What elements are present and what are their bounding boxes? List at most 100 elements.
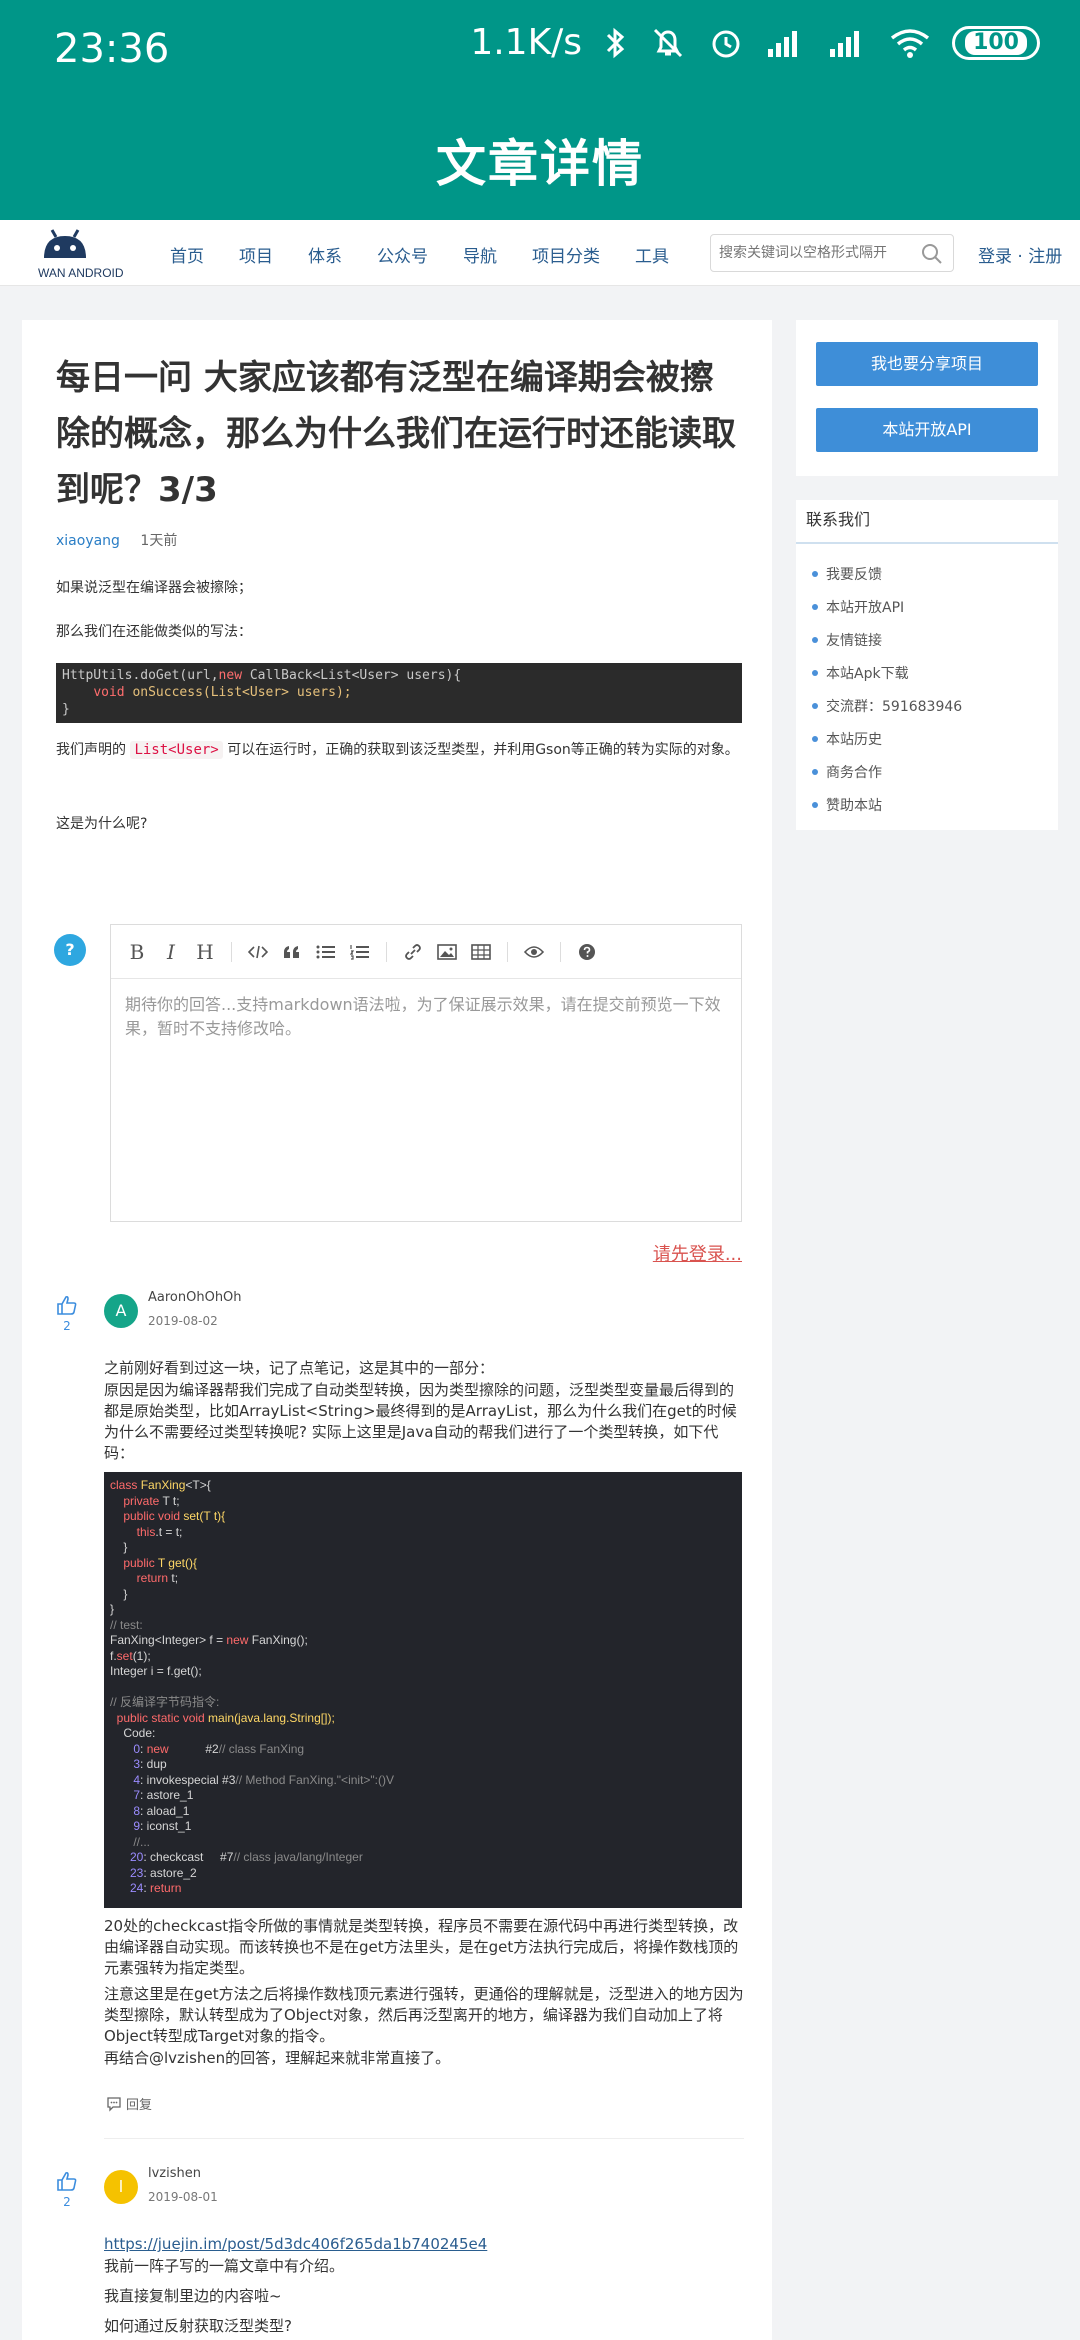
avatar[interactable]: l (104, 2170, 138, 2204)
avatar[interactable]: A (104, 1294, 138, 1328)
comment-text: 我直接复制里边的内容啦~ (104, 2287, 282, 2305)
search-box (710, 234, 954, 272)
toolbar-divider (386, 941, 387, 962)
contact-item-history[interactable]: 本站历史 (812, 729, 1058, 762)
article-paragraph: 我们声明的 List<User> 可以在运行时，正确的获取到该泛型类型，并利用G… (56, 741, 739, 759)
preview-eye-icon[interactable] (522, 940, 546, 964)
article-paragraph: 这是为什么呢? (56, 816, 148, 832)
like-count: 2 (63, 1319, 71, 1333)
toolbar-divider (231, 941, 232, 962)
question-badge: ? (54, 934, 86, 966)
code-block: HttpUtils.doGet(url,new CallBack<List<Us… (56, 663, 742, 723)
comment-date: 2019-08-02 (148, 1314, 218, 1328)
mute-icon (650, 25, 686, 61)
nav-system[interactable]: 体系 (308, 242, 342, 267)
comment-text: https://juejin.im/post/5d3dc406f265da1b7… (104, 2234, 744, 2255)
reply-label: 回复 (126, 2098, 153, 2113)
battery-icon: 100 (952, 25, 1040, 60)
comment-text: 20处的checkcast指令所做的事情就是类型转换，程序员不需要在源代码中再进… (104, 1917, 739, 1977)
comment-divider (104, 2138, 744, 2139)
article-meta: xiaoyang 1天前 (56, 530, 177, 550)
wifi-icon (890, 27, 930, 59)
contact-title: 联系我们 (796, 500, 1058, 544)
comment-text: 注意这里是在get方法之后将操作数栈顶元素进行强转，更通俗的理解就是，泛型进入的… (104, 1985, 744, 2045)
table-icon[interactable] (469, 940, 493, 964)
logo-text: WAN ANDROID (38, 266, 124, 280)
android-logo-icon[interactable] (38, 226, 118, 270)
article-title: 每日一问 大家应该都有泛型在编译期会被擦除的概念，那么为什么我们在运行时还能读取… (56, 358, 736, 510)
net-speed: 1.1K/s (470, 22, 583, 63)
help-icon[interactable] (575, 940, 599, 964)
contact-us-panel: 联系我们 我要反馈 本站开放API 友情链接 本站Apk下载 交流群：59168… (796, 500, 1058, 830)
bluetooth-icon (604, 25, 628, 61)
nav-wechat[interactable]: 公众号 (377, 242, 428, 267)
status-time: 23:36 (54, 26, 170, 72)
article-author[interactable]: xiaoyang (56, 533, 120, 549)
heading-button[interactable]: H (193, 940, 217, 964)
thumbs-up-icon (57, 1295, 77, 1315)
reply-button[interactable]: 回复 (106, 2094, 152, 2113)
contact-item-feedback[interactable]: 我要反馈 (812, 564, 1058, 597)
signal-icon (766, 27, 806, 59)
thumbs-up-icon (57, 2171, 77, 2191)
answer-textarea[interactable]: 期待你的回答...支持markdown语法啦，为了保证展示效果，请在提交前预览一… (111, 979, 741, 1055)
contact-item-apk[interactable]: 本站Apk下载 (812, 663, 1058, 696)
contact-list: 我要反馈 本站开放API 友情链接 本站Apk下载 交流群：591683946 … (796, 544, 1058, 828)
contact-item-business[interactable]: 商务合作 (812, 762, 1058, 795)
toolbar-divider (507, 941, 508, 962)
main-nav: 首页 项目 体系 公众号 导航 项目分类 工具 (170, 242, 704, 267)
comment-date: 2019-08-01 (148, 2190, 218, 2204)
link-icon[interactable] (401, 940, 425, 964)
contact-item-api[interactable]: 本站开放API (812, 597, 1058, 630)
image-icon[interactable] (435, 940, 459, 964)
nav-project[interactable]: 项目 (239, 242, 273, 267)
like-button[interactable]: 2 (52, 2170, 82, 2209)
article-paragraph: 如果说泛型在编译器会被擦除； (56, 580, 252, 596)
nav-tools[interactable]: 工具 (635, 242, 669, 267)
comment-username[interactable]: lvzishen (148, 2166, 201, 2181)
page-title: 文章详情 (436, 135, 644, 193)
comment-bubble-icon (107, 2096, 121, 2112)
answer-editor: B I H 期待你的回答...支持markdown语法啦，为了保证展示效果，请在… (110, 924, 742, 1222)
code-icon[interactable] (246, 940, 270, 964)
contact-item-qq-group[interactable]: 交流群：591683946 (812, 696, 1058, 729)
unordered-list-icon[interactable] (314, 940, 338, 964)
comment-username[interactable]: AaronOhOhOh (148, 1290, 242, 1305)
alarm-icon (708, 25, 744, 61)
login-register-link[interactable]: 登录 · 注册 (978, 242, 1062, 267)
comment-text: 原因是因为编译器帮我们完成了自动类型转换，因为类型擦除的问题，泛型类型变量最后得… (104, 1381, 737, 1462)
nav-home[interactable]: 首页 (170, 242, 204, 267)
editor-toolbar: B I H (111, 925, 741, 979)
comment-text: 我前一阵子写的一篇文章中有介绍。 (104, 2257, 345, 2275)
ordered-list-icon[interactable] (348, 940, 372, 964)
article-card: 每日一问 大家应该都有泛型在编译期会被擦除的概念，那么为什么我们在运行时还能读取… (22, 320, 772, 2340)
open-api-button[interactable]: 本站开放API (816, 408, 1038, 452)
quote-icon[interactable] (280, 940, 304, 964)
comment-text: 如何通过反射获取泛型类型? (104, 2317, 292, 2335)
italic-button[interactable]: I (159, 940, 183, 964)
comment-text: 再结合@lvzishen的回答，理解起来就非常直接了。 (104, 2049, 451, 2067)
share-project-button[interactable]: 我也要分享项目 (816, 342, 1038, 386)
status-bar: 23:36 1.1K/s 100 (0, 0, 1080, 100)
comment-code-block: class FanXing<T>{ private T t; public vo… (104, 1472, 742, 1908)
status-icons: 1.1K/s 100 (470, 22, 1040, 63)
comment-text: 之前刚好看到过这一块，记了点笔记，这是其中的一部分： (104, 1359, 495, 1377)
nav-project-category[interactable]: 项目分类 (532, 242, 600, 267)
article-time: 1天前 (140, 533, 178, 549)
article-paragraph: 那么我们在还能做类似的写法： (56, 624, 252, 640)
toolbar-divider (560, 941, 561, 962)
login-first-link[interactable]: 请先登录... (653, 1240, 742, 1266)
like-button[interactable]: 2 (52, 1294, 82, 1333)
inline-code: List<User> (130, 741, 223, 759)
search-icon[interactable] (921, 243, 943, 269)
site-header: WAN ANDROID 首页 项目 体系 公众号 导航 项目分类 工具 登录 ·… (0, 220, 1080, 286)
nav-navigation[interactable]: 导航 (463, 242, 497, 267)
app-bar: 文章详情 (0, 100, 1080, 220)
search-input[interactable] (711, 235, 911, 271)
contact-item-links[interactable]: 友情链接 (812, 630, 1058, 663)
comment-link[interactable]: https://juejin.im/post/5d3dc406f265da1b7… (104, 2235, 487, 2253)
signal-icon (828, 27, 868, 59)
like-count: 2 (63, 2195, 71, 2209)
bold-button[interactable]: B (125, 940, 149, 964)
contact-item-sponsor[interactable]: 赞助本站 (812, 795, 1058, 828)
